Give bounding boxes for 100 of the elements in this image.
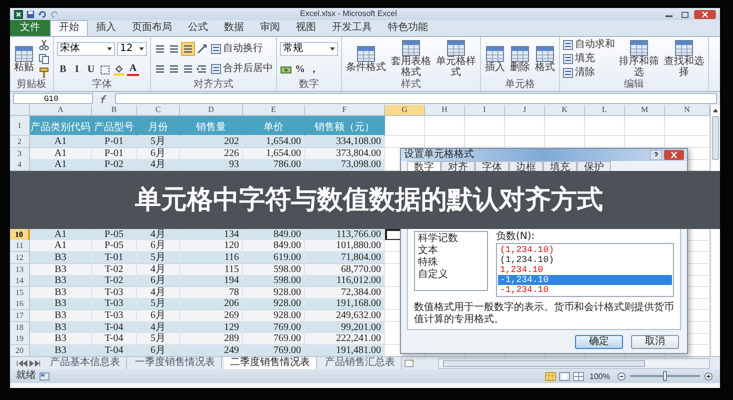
- ribbon-tab[interactable]: 特色功能: [380, 20, 436, 36]
- align-icon[interactable]: [154, 63, 166, 76]
- row-header[interactable]: 3: [10, 148, 30, 160]
- ribbon-tab[interactable]: 视图: [288, 20, 324, 36]
- ribbon-button[interactable]: 查找和选择: [663, 40, 705, 78]
- align-icon[interactable]: [168, 63, 180, 76]
- row-header[interactable]: 20: [10, 344, 30, 357]
- ribbon-button[interactable]: 排序和筛选: [618, 40, 660, 78]
- ribbon-tab[interactable]: 页面布局: [124, 20, 180, 36]
- dialog-tab[interactable]: 字体: [475, 161, 509, 172]
- row-header[interactable]: 17: [10, 310, 30, 322]
- row-header[interactable]: 2: [10, 136, 30, 148]
- macro-record-icon[interactable]: [39, 372, 50, 381]
- column-header[interactable]: K: [545, 105, 585, 116]
- horizontal-scrollbar[interactable]: [438, 358, 710, 369]
- ribbon-button[interactable]: 条件格式: [345, 46, 387, 72]
- row-header[interactable]: 13: [10, 264, 30, 276]
- scissors-icon[interactable]: [38, 39, 50, 52]
- dialog-tab[interactable]: 保护: [577, 161, 611, 172]
- dialog-tab[interactable]: 对齐: [441, 161, 475, 172]
- sheet-tab[interactable]: 二季度销售情况表: [224, 357, 317, 370]
- formula-input[interactable]: [115, 93, 717, 104]
- ribbon-tab[interactable]: 开发工具: [324, 20, 380, 36]
- row-header[interactable]: 19: [10, 333, 30, 346]
- list-item[interactable]: 科学记数: [418, 233, 484, 245]
- ribbon-button[interactable]: 自动求和: [563, 39, 615, 52]
- ribbon-tab[interactable]: 开始: [50, 20, 88, 36]
- ribbon-button[interactable]: 清除: [563, 66, 595, 79]
- dialog-button[interactable]: 确定: [575, 335, 623, 349]
- ribbon-button[interactable]: 填充: [563, 52, 595, 65]
- ribbon-tab[interactable]: 审阅: [252, 20, 288, 36]
- list-item[interactable]: 自定义: [418, 269, 484, 281]
- list-item[interactable]: -1,234.10: [498, 285, 672, 295]
- format-button[interactable]: ,: [308, 64, 320, 76]
- undo-icon[interactable]: [38, 10, 47, 18]
- page-break-icon[interactable]: [572, 372, 584, 381]
- zoom-out-icon[interactable]: [616, 372, 627, 381]
- paint-bucket-icon[interactable]: [113, 64, 125, 76]
- dropdown-field[interactable]: 12: [117, 42, 147, 56]
- scrollbar-thumb[interactable]: [712, 116, 719, 160]
- font-color-button[interactable]: A: [127, 64, 139, 76]
- dialog-tab[interactable]: 边框: [509, 161, 543, 172]
- help-icon[interactable]: [650, 150, 662, 160]
- dialog-tab[interactable]: 填充: [543, 161, 577, 172]
- indent-icon[interactable]: [196, 63, 208, 76]
- ribbon-button[interactable]: 自动换行: [211, 42, 263, 55]
- ribbon-button[interactable]: 插入: [484, 46, 506, 72]
- currency-icon[interactable]: [280, 64, 292, 76]
- zoom-in-icon[interactable]: [703, 372, 714, 381]
- close-icon[interactable]: [664, 150, 684, 160]
- new-sheet-icon[interactable]: [404, 358, 415, 368]
- row-header[interactable]: 15: [10, 286, 30, 299]
- page-layout-icon[interactable]: [558, 372, 570, 381]
- ribbon-button[interactable]: 粘贴: [13, 46, 35, 72]
- dialog-button[interactable]: 取消: [631, 335, 679, 349]
- align-icon[interactable]: [154, 42, 166, 55]
- column-header[interactable]: N: [665, 105, 710, 116]
- format-button[interactable]: B: [57, 64, 69, 76]
- column-header[interactable]: I: [465, 105, 505, 116]
- ribbon-button[interactable]: 格式: [534, 46, 556, 72]
- column-header[interactable]: H: [425, 105, 465, 116]
- dropdown-field[interactable]: 常规: [280, 42, 338, 56]
- dropdown-field[interactable]: 宋体: [57, 42, 115, 56]
- ribbon-button[interactable]: 单元格样式: [435, 40, 477, 78]
- column-header[interactable]: G: [385, 105, 425, 116]
- align-icon[interactable]: [168, 42, 180, 55]
- format-button[interactable]: %: [294, 64, 306, 76]
- row-header[interactable]: 16: [10, 298, 30, 310]
- ribbon-tab[interactable]: 文件: [10, 20, 50, 36]
- align-icon[interactable]: [182, 42, 194, 55]
- list-item[interactable]: 文本: [418, 245, 484, 257]
- paintbrush-icon[interactable]: [38, 66, 50, 79]
- row-header[interactable]: 18: [10, 322, 30, 334]
- save-icon[interactable]: [26, 10, 35, 18]
- list-item[interactable]: -1,234.10: [498, 275, 672, 285]
- list-item[interactable]: (1,234.10): [498, 245, 672, 255]
- sheet-navigation-icon[interactable]: [14, 358, 42, 368]
- close-icon[interactable]: [694, 10, 716, 18]
- list-item[interactable]: 1,234.10: [498, 265, 672, 275]
- copy-icon[interactable]: [38, 52, 50, 65]
- ribbon-tab[interactable]: 公式: [180, 20, 216, 36]
- ribbon-button[interactable]: 删除: [509, 46, 531, 72]
- column-header[interactable]: L: [585, 105, 625, 116]
- list-item[interactable]: (1,234.10): [498, 255, 672, 265]
- column-header[interactable]: J: [505, 105, 545, 116]
- dialog-tab[interactable]: 数字: [407, 161, 441, 172]
- scroll-up-icon[interactable]: [712, 107, 719, 114]
- row-header[interactable]: 1: [10, 116, 30, 136]
- row-header[interactable]: 11: [10, 240, 30, 252]
- ribbon-tab[interactable]: 插入: [88, 20, 124, 36]
- row-header[interactable]: 10: [10, 228, 30, 241]
- row-header[interactable]: 4: [10, 159, 30, 172]
- name-box[interactable]: G10: [13, 93, 93, 104]
- format-button[interactable]: I: [71, 64, 83, 76]
- align-icon[interactable]: [182, 63, 194, 76]
- ribbon-button[interactable]: 套用表格格式: [390, 40, 432, 78]
- text-angle-icon[interactable]: [196, 42, 208, 55]
- row-header[interactable]: 12: [10, 252, 30, 264]
- ribbon-tab[interactable]: 数据: [216, 20, 252, 36]
- list-item[interactable]: 特殊: [418, 257, 484, 269]
